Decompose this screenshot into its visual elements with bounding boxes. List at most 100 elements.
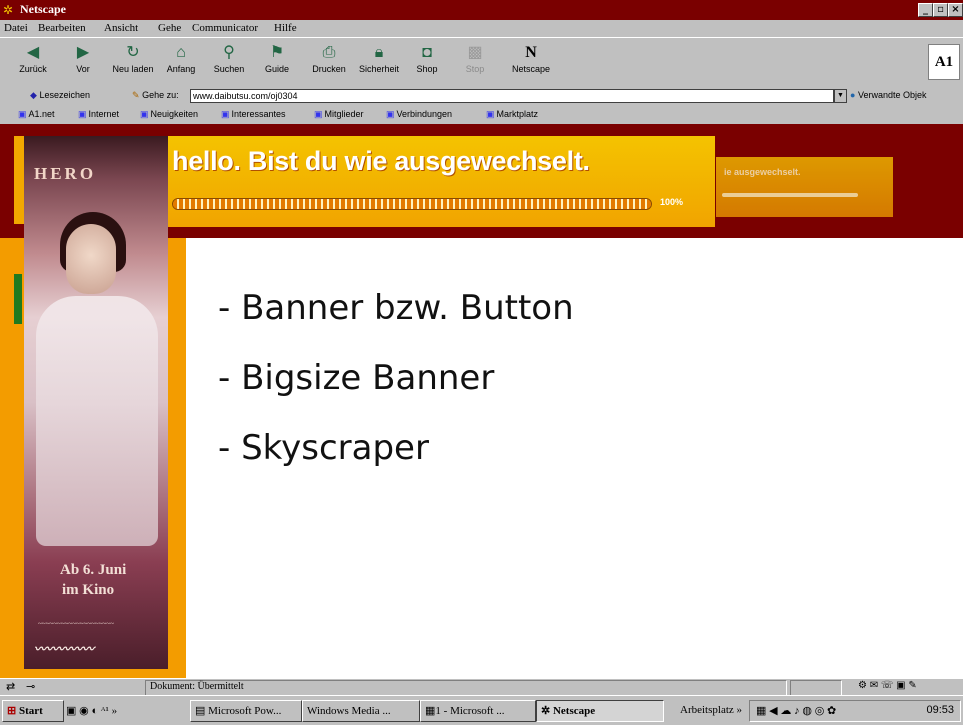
bookmark-icon: ◆	[30, 90, 37, 100]
home-icon: ⌂	[176, 44, 186, 61]
menu-datei[interactable]: Datei	[4, 22, 28, 34]
close-button[interactable]: ×	[948, 3, 963, 17]
skyscraper-ad[interactable]: HERO Ab 6. Juni im Kino ~~~~~~~~~~~~~~~~…	[24, 136, 168, 669]
taskbar-button-word[interactable]: ▦1 - Microsoft ...	[420, 700, 536, 722]
forward-arrow-icon: ▶	[76, 44, 90, 61]
url-input[interactable]: www.daibutsu.com/oj0304	[190, 89, 834, 103]
component-bar-icons[interactable]: ⚙ ✉ ☏ ▣ ✎	[858, 680, 917, 691]
menu-bearbeiten[interactable]: Bearbeiten	[38, 22, 86, 34]
menu-communicator[interactable]: Communicator	[192, 22, 258, 34]
connection-icon: ⇄	[6, 681, 16, 693]
fullsize-banner-ad[interactable]: hello. Bist du wie ausgewechselt. 100%	[150, 136, 715, 227]
bookmark-icon: ▣	[221, 109, 230, 119]
goto-label: ✎ Gehe zu:	[132, 90, 179, 100]
back-button[interactable]: ◀ Zurück	[10, 42, 56, 74]
left-banner-strip	[14, 136, 24, 224]
shop-button[interactable]: ◘ Shop	[404, 42, 450, 74]
url-dropdown-button[interactable]: ▼	[834, 89, 847, 103]
page-content: hello. Bist du wie ausgewechselt. 100% i…	[0, 124, 963, 678]
bullet-item: - Banner bzw. Button	[218, 288, 574, 328]
status-bar: ⇄ ⊸ Dokument: Übermittelt ⚙ ✉ ☏ ▣ ✎	[0, 678, 963, 696]
quicklaunch-icons[interactable]: ▣ ◉ ◐ ᴬ¹ »	[66, 704, 117, 717]
forward-button[interactable]: ▶ Vor	[60, 42, 106, 74]
skyscraper-url-scribble: ~~~~~~~~~~~~~~~~~~~~	[38, 620, 114, 628]
navigation-toolbar: ◀ Zurück ▶ Vor ↻ Neu laden ⌂ Anfang ⚲ Suchen …	[0, 37, 963, 88]
guide-icon: ⚑	[269, 44, 285, 61]
netscape-n-icon: N	[525, 44, 537, 61]
banner-headline: hello. Bist du wie ausgewechselt.	[172, 146, 590, 176]
security-status-icon: ⊸	[26, 681, 36, 693]
skyscraper-venue: im Kino	[62, 582, 115, 598]
skyscraper-title: HERO	[34, 164, 97, 183]
small-banner-text: ie ausgewechselt.	[724, 167, 801, 177]
personal-link-interessantes[interactable]: ▣ Interessantes	[221, 109, 286, 120]
reload-icon: ↻	[126, 44, 140, 61]
bookmark-icon: ▣	[314, 109, 323, 119]
banner-progress-fill	[173, 199, 651, 209]
netscape-button[interactable]: N Netscape	[508, 42, 554, 74]
taskbar-button-windows-media[interactable]: Windows Media ...	[302, 700, 420, 722]
printer-icon: ⎙	[322, 44, 336, 61]
personal-link-marktplatz[interactable]: ▣ Marktplatz	[486, 109, 538, 120]
stop-icon: ▩	[467, 44, 483, 61]
maximize-button[interactable]: ▫	[933, 3, 948, 17]
security-button[interactable]: 🔒︎ Sicherheit	[356, 42, 402, 74]
goto-icon: ✎	[132, 90, 140, 100]
bullet-item: - Skyscraper	[218, 428, 429, 468]
print-button[interactable]: ⎙ Drucken	[306, 42, 352, 74]
search-icon: ⚲	[223, 44, 235, 61]
taskbar: ⊞ Start ▣ ◉ ◐ ᴬ¹ » ▤ Microsoft Pow... Wi…	[0, 695, 963, 725]
related-icon: ●	[850, 90, 856, 100]
reload-button[interactable]: ↻ Neu laden	[110, 42, 156, 74]
tray-icons[interactable]: ▦ ◀ ☁ ♪ ◍ ◎ ✿	[756, 704, 836, 717]
window-title: Netscape	[20, 2, 66, 16]
shop-bag-icon: ◘	[422, 44, 432, 61]
netscape-app-icon: ✲	[3, 3, 14, 17]
menu-hilfe[interactable]: Hilfe	[274, 22, 297, 34]
personal-link-verbindungen[interactable]: ▣ Verbindungen	[386, 109, 452, 120]
clock[interactable]: 09:53	[926, 704, 954, 716]
skyscraper-figure-face	[66, 224, 116, 294]
start-button[interactable]: ⊞ Start	[2, 700, 64, 722]
bookmarks-button[interactable]: ◆ Lesezeichen	[30, 90, 90, 101]
bullet-item: - Bigsize Banner	[218, 358, 495, 398]
minimize-button[interactable]: _	[918, 3, 933, 17]
related-objects-button[interactable]: ● Verwandte Objek	[850, 90, 927, 100]
location-bar: ◆ Lesezeichen ✎ Gehe zu: www.daibutsu.co…	[0, 86, 963, 107]
progress-cell	[790, 680, 842, 696]
bookmark-icon: ▣	[486, 109, 495, 119]
address-toolbar-label[interactable]: Arbeitsplatz »	[680, 704, 742, 716]
status-text: Dokument: Übermittelt	[150, 681, 244, 692]
home-button[interactable]: ⌂ Anfang	[158, 42, 204, 74]
windows-logo-icon: ⊞	[7, 705, 17, 717]
lock-icon: 🔒︎	[374, 44, 384, 61]
menu-bar: Datei Bearbeiten Ansicht Gehe Communicat…	[0, 20, 963, 37]
bookmark-icon: ▣	[18, 109, 27, 119]
back-arrow-icon: ◀	[26, 44, 40, 61]
guide-button[interactable]: ⚑ Guide	[254, 42, 300, 74]
personal-link-internet[interactable]: ▣ Internet	[78, 109, 119, 120]
bookmark-icon: ▣	[140, 109, 149, 119]
search-button[interactable]: ⚲ Suchen	[206, 42, 252, 74]
personal-link-mitglieder[interactable]: ▣ Mitglieder	[314, 109, 364, 120]
powerpoint-icon: ▤	[195, 705, 206, 717]
menu-ansicht[interactable]: Ansicht	[104, 22, 138, 34]
netscape-taskbar-icon: ✲	[541, 705, 551, 717]
menu-gehe[interactable]: Gehe	[158, 22, 181, 34]
skyscraper-date: Ab 6. Juni	[60, 562, 127, 578]
small-banner-ad[interactable]: ie ausgewechselt.	[716, 157, 893, 217]
a1-logo[interactable]: A1	[928, 44, 960, 80]
bookmark-icon: ▣	[78, 109, 87, 119]
taskbar-button-netscape[interactable]: ✲ Netscape	[536, 700, 664, 722]
personal-link-neuigkeiten[interactable]: ▣ Neuigkeiten	[140, 109, 198, 120]
personal-link-a1net[interactable]: ▣ A1.net	[18, 109, 55, 120]
banner-progress-percent: 100%	[660, 197, 684, 207]
title-bar[interactable]: ✲ Netscape _ ▫ ×	[0, 0, 963, 20]
personal-toolbar: ▣ A1.net ▣ Internet ▣ Neuigkeiten ▣ Interess…	[0, 106, 963, 125]
small-banner-progress	[722, 193, 858, 197]
taskbar-button-powerpoint[interactable]: ▤ Microsoft Pow...	[190, 700, 302, 722]
system-tray: ▦ ◀ ☁ ♪ ◍ ◎ ✿ 09:53	[749, 700, 961, 722]
stop-button[interactable]: ▩ Stop	[452, 42, 498, 74]
bookmark-icon: ▣	[386, 109, 395, 119]
skyscraper-figure-robe	[36, 296, 158, 546]
